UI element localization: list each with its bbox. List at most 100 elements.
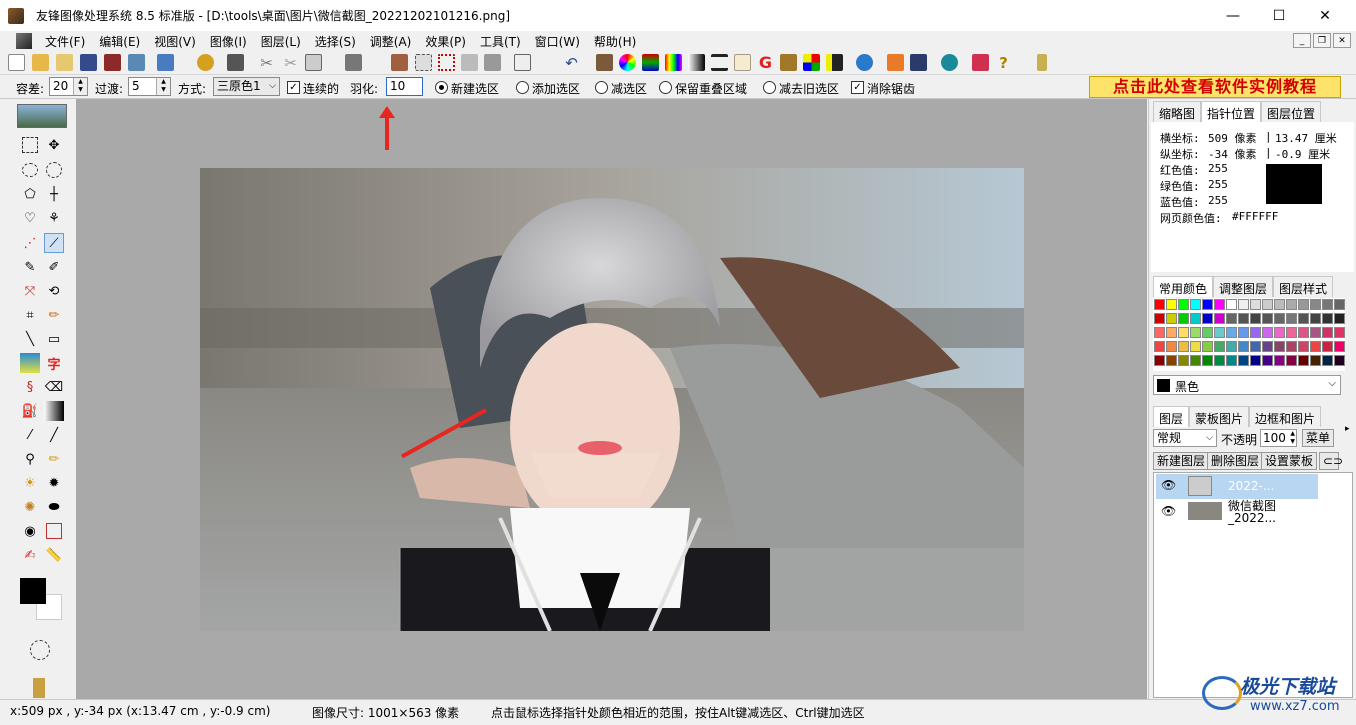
radio-new-selection[interactable]	[435, 81, 448, 94]
palette-swatch[interactable]	[1298, 355, 1309, 366]
palette-swatch[interactable]	[1334, 355, 1345, 366]
palette-swatch[interactable]	[1190, 313, 1201, 324]
quick-mask-icon[interactable]	[30, 640, 50, 660]
palette-swatch[interactable]	[1238, 327, 1249, 338]
magnetic-lasso-icon[interactable]: ⚘	[44, 208, 64, 228]
color-palette[interactable]	[1153, 298, 1345, 371]
tab-pointer-position[interactable]: 指针位置	[1201, 101, 1262, 122]
palette-swatch[interactable]	[1202, 327, 1213, 338]
radio-remove-old-selection[interactable]	[763, 81, 776, 94]
pencil-icon[interactable]: ✏	[44, 305, 64, 325]
contiguous-checkbox[interactable]: ✓	[287, 81, 300, 94]
deselect-icon[interactable]	[438, 54, 455, 71]
invert-selection-icon[interactable]	[461, 54, 478, 71]
tab-adjust-layer[interactable]: 调整图层	[1213, 276, 1274, 297]
palette-swatch[interactable]	[1238, 355, 1249, 366]
palette-swatch[interactable]	[1274, 341, 1285, 352]
antialias-checkbox[interactable]: ✓	[851, 81, 864, 94]
transform-icon[interactable]: ⤧	[20, 281, 40, 301]
mdi-restore-button[interactable]: ❐	[1313, 33, 1331, 48]
palette-swatch[interactable]	[1250, 299, 1261, 310]
palette-swatch[interactable]	[1154, 299, 1165, 310]
magic-wand-icon[interactable]: ⟋	[44, 233, 64, 253]
palette-swatch[interactable]	[1310, 341, 1321, 352]
crop-tool-icon[interactable]: ⌗	[20, 305, 40, 325]
palette-swatch[interactable]	[1298, 299, 1309, 310]
scan-icon[interactable]	[157, 54, 174, 71]
palette-swatch[interactable]	[1190, 327, 1201, 338]
palette-swatch[interactable]	[1310, 355, 1321, 366]
menu-view[interactable]: 视图(V)	[147, 33, 203, 50]
circle-select-icon[interactable]	[46, 162, 62, 178]
select-brush-icon[interactable]: ✎	[20, 257, 40, 277]
palette-swatch[interactable]	[1202, 341, 1213, 352]
mdi-minimize-button[interactable]: _	[1293, 33, 1311, 48]
radio-intersect-selection[interactable]	[659, 81, 672, 94]
menu-image[interactable]: 图像(I)	[203, 33, 254, 50]
opacity-input[interactable]: 100 ▲ ▼	[1260, 429, 1297, 447]
navigator-thumbnail[interactable]	[17, 104, 67, 128]
palette-swatch[interactable]	[1238, 313, 1249, 324]
tab-common-colors[interactable]: 常用颜色	[1153, 276, 1214, 297]
tab-border-image[interactable]: 边框和图片	[1249, 406, 1322, 427]
batch-icon[interactable]	[128, 54, 145, 71]
lasso-icon[interactable]: ♡	[20, 208, 40, 228]
help-icon[interactable]: ?	[995, 54, 1012, 72]
palette-swatch[interactable]	[1154, 355, 1165, 366]
palette-swatch[interactable]	[1334, 313, 1345, 324]
palette-swatch[interactable]	[1250, 313, 1261, 324]
blur-icon[interactable]: ⬬	[44, 497, 64, 517]
palette-swatch[interactable]	[1310, 299, 1321, 310]
minimize-button[interactable]: —	[1210, 0, 1256, 31]
open-recent-icon[interactable]	[56, 54, 73, 71]
gradient-icon[interactable]	[688, 54, 705, 71]
color-wheel-icon[interactable]	[619, 54, 636, 71]
palette-swatch[interactable]	[1226, 299, 1237, 310]
select-all-icon[interactable]	[415, 54, 432, 71]
palette-swatch[interactable]	[1214, 327, 1225, 338]
move-icon[interactable]: ✥	[44, 135, 64, 155]
palette-swatch[interactable]	[1166, 313, 1177, 324]
image-canvas[interactable]	[200, 168, 1024, 631]
smudge-icon[interactable]: ✏	[44, 449, 64, 469]
maximize-button[interactable]: ☐	[1256, 0, 1302, 31]
g-icon[interactable]: G	[757, 54, 774, 71]
palette-swatch[interactable]	[1226, 327, 1237, 338]
red-eye-icon[interactable]: ◉	[20, 521, 40, 541]
lines-icon[interactable]	[711, 54, 728, 71]
zoom-fit-icon[interactable]	[514, 54, 531, 71]
frame-tool-icon[interactable]	[46, 523, 62, 539]
palette-swatch[interactable]	[1166, 327, 1177, 338]
info-icon[interactable]	[1037, 54, 1047, 71]
palette-swatch[interactable]	[1274, 299, 1285, 310]
menu-layer[interactable]: 图层(L)	[254, 33, 308, 50]
palette-swatch[interactable]	[1262, 327, 1273, 338]
plugin-icon[interactable]	[972, 54, 989, 71]
menu-help[interactable]: 帮助(H)	[587, 33, 643, 50]
menu-tools[interactable]: 工具(T)	[473, 33, 528, 50]
menu-file[interactable]: 文件(F)	[38, 33, 92, 50]
link-icon[interactable]: ⊂⊃	[1319, 452, 1343, 470]
palette-swatch[interactable]	[1262, 299, 1273, 310]
open-folder-icon[interactable]	[32, 54, 49, 71]
delete-layer-button[interactable]: 删除图层	[1207, 452, 1264, 470]
ellipse-select-icon[interactable]	[22, 163, 38, 177]
palette-swatch[interactable]	[1238, 299, 1249, 310]
eyedropper-icon[interactable]: ⁄	[20, 425, 40, 445]
set-mask-button[interactable]: 设置蒙板	[1261, 452, 1318, 470]
palette-swatch[interactable]	[1190, 341, 1201, 352]
palette-swatch[interactable]	[1262, 341, 1273, 352]
radio-add-selection[interactable]	[516, 81, 529, 94]
print-icon[interactable]	[227, 54, 244, 71]
palette-swatch[interactable]	[1202, 355, 1213, 366]
palette-swatch[interactable]	[1250, 355, 1261, 366]
mdi-close-button[interactable]: ✕	[1333, 33, 1351, 48]
camera-icon[interactable]	[596, 54, 613, 71]
palette-swatch[interactable]	[1262, 313, 1273, 324]
palette-swatch[interactable]	[1214, 299, 1225, 310]
mosaic-icon[interactable]	[803, 54, 820, 71]
palette-swatch[interactable]	[1274, 355, 1285, 366]
ruler-icon[interactable]: 📏	[44, 545, 64, 565]
menu-select[interactable]: 选择(S)	[308, 33, 363, 50]
palette-swatch[interactable]	[1310, 327, 1321, 338]
